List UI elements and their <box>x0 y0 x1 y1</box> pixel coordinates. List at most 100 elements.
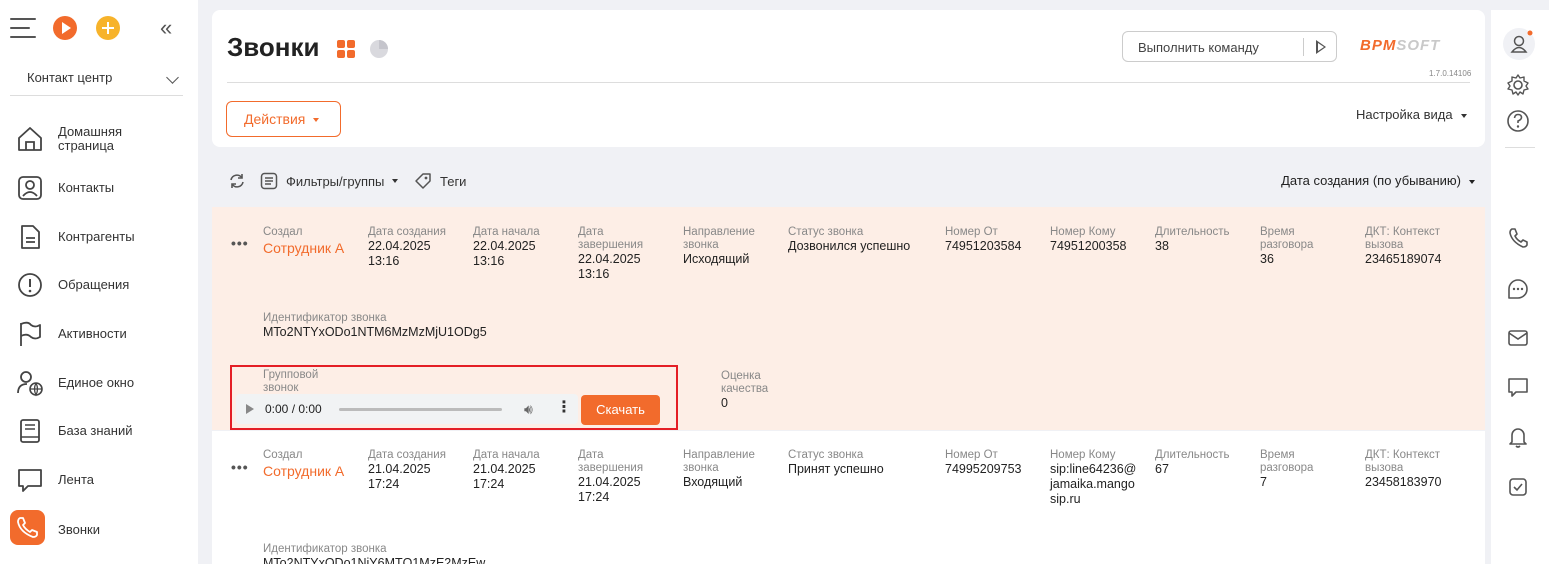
help-icon[interactable] <box>1505 108 1531 134</box>
field-value: 21.04.2025 17:24 <box>368 462 431 491</box>
download-button[interactable]: Скачать <box>581 395 660 425</box>
field-value: 23458183970 <box>1365 475 1442 489</box>
field-value: 36 <box>1260 252 1274 266</box>
field-talk-time: Время разговора 7 <box>1260 449 1313 490</box>
sidebar-item-calls[interactable]: Звонки <box>10 510 190 550</box>
message-icon[interactable] <box>1505 374 1531 400</box>
profile-avatar-icon[interactable] <box>1503 28 1535 60</box>
tags-label: Теги <box>440 173 467 189</box>
sidebar-item-single-window[interactable]: Единое окно <box>10 363 190 403</box>
play-icon[interactable] <box>246 404 254 414</box>
phone-icon[interactable] <box>1505 225 1531 251</box>
sidebar-item-label: Контрагенты <box>58 229 135 244</box>
field-created-date: Дата создания 22.04.2025 13:16 <box>368 226 446 269</box>
volume-icon[interactable]: 🔊︎ <box>524 401 533 418</box>
field-label: Идентификатор звонка <box>263 543 387 555</box>
refresh-icon[interactable] <box>228 172 246 190</box>
tile-view-icon[interactable] <box>337 40 355 58</box>
field-label: Номер Кому <box>1050 449 1116 461</box>
field-label: ДКТ: Контекст вызова <box>1365 449 1441 474</box>
sort-selector[interactable]: Дата создания (по убыванию) <box>1281 173 1475 188</box>
more-options-icon[interactable]: ⋮ <box>556 399 572 417</box>
workplace-select-value: Контакт центр <box>27 70 113 85</box>
list-toolbar: Фильтры/группы Теги Дата создания (по уб… <box>212 162 1485 198</box>
field-call-status: Статус звонка Дозвонился успешно <box>788 226 910 254</box>
row-actions-menu-icon[interactable]: ••• <box>231 459 249 475</box>
created-by-link[interactable]: Сотрудник А <box>263 241 344 256</box>
caret-down-icon <box>1460 113 1467 118</box>
field-label: Групповой звонок <box>263 369 319 394</box>
field-label: Дата завершения <box>578 226 644 251</box>
filters-groups-button[interactable]: Фильтры/группы <box>260 172 399 190</box>
field-value: MTo2NTYxODo1NTM6MzMzMjU1ODg5 <box>263 325 487 339</box>
settings-gear-icon[interactable] <box>1505 72 1531 98</box>
home-icon <box>16 125 44 153</box>
sidebar-item-knowledge-base[interactable]: База знаний <box>10 411 190 451</box>
audio-player[interactable]: 0:00 / 0:00 🔊︎ ⋮ <box>236 394 578 424</box>
field-value: 22.04.2025 13:16 <box>368 239 431 268</box>
brand-logo-sub: SOFT <box>1396 37 1441 54</box>
hamburger-menu-icon[interactable] <box>10 18 36 38</box>
notification-bell-icon[interactable] <box>1505 424 1531 450</box>
sidebar-item-home[interactable]: Домашняя страница <box>10 119 190 159</box>
audio-progress-slider[interactable] <box>339 408 502 411</box>
view-settings-button[interactable]: Настройка вида <box>1356 107 1467 122</box>
field-label: ДКТ: Контекст вызова <box>1365 226 1441 251</box>
document-icon <box>16 223 44 251</box>
filter-list-icon <box>260 172 278 190</box>
book-icon <box>16 417 44 445</box>
task-checkbox-icon[interactable] <box>1505 474 1531 500</box>
field-value: 0 <box>721 396 728 410</box>
brand-logo-main: BPM <box>1360 37 1397 54</box>
field-label: Создал <box>263 226 303 238</box>
field-value: Исходящий <box>683 252 750 266</box>
created-by-link[interactable]: Сотрудник А <box>263 464 344 479</box>
field-value: 67 <box>1155 462 1169 476</box>
call-list-row[interactable]: ••• Создал Сотрудник А Дата создания 21.04… <box>212 431 1485 564</box>
chat-icon <box>16 466 44 494</box>
field-label: Направление звонка <box>683 226 755 251</box>
field-label: Дата начала <box>473 449 540 461</box>
chat-support-icon[interactable] <box>1505 276 1531 302</box>
field-label: Номер От <box>945 449 998 461</box>
tags-button[interactable]: Теги <box>414 172 466 190</box>
field-dkt-context: ДКТ: Контекст вызова 23465189074 <box>1365 226 1441 267</box>
sidebar-item-label: База знаний <box>58 423 133 438</box>
flag-icon <box>16 320 44 348</box>
field-direction: Направление звонка Исходящий <box>683 226 755 267</box>
call-list-row[interactable]: ••• Создал Сотрудник А Дата создания 22.04… <box>212 207 1485 430</box>
sidebar-item-label: Активности <box>58 326 127 341</box>
actions-button[interactable]: Действия <box>226 101 341 137</box>
field-label: Длительность <box>1155 449 1230 461</box>
audio-time: 0:00 / 0:00 <box>265 402 322 416</box>
email-icon[interactable] <box>1505 325 1531 351</box>
sidebar-top-bar: « <box>10 14 190 44</box>
field-call-id: Идентификатор звонка MTo2NTYxODo1NTM6MzMz… <box>263 312 487 340</box>
field-created-by: Создал Сотрудник А <box>263 449 344 479</box>
run-command-icon[interactable] <box>1316 40 1326 54</box>
phone-icon <box>10 510 45 545</box>
sidebar-item-feed[interactable]: Лента <box>10 460 190 500</box>
sidebar-item-contacts[interactable]: Контакты <box>10 168 190 208</box>
field-number-to: Номер Кому 74951200358 <box>1050 226 1126 254</box>
sidebar-item-label: Контакты <box>58 180 115 195</box>
process-play-icon[interactable] <box>53 16 77 40</box>
command-input[interactable]: Выполнить команду <box>1122 31 1337 62</box>
workplace-select[interactable]: Контакт центр <box>10 62 183 96</box>
caret-down-icon <box>1469 179 1475 184</box>
sidebar-item-cases[interactable]: Обращения <box>10 265 190 305</box>
collapse-sidebar-icon[interactable]: « <box>160 16 172 40</box>
command-input-placeholder: Выполнить команду <box>1138 40 1259 55</box>
field-label: Длительность <box>1155 226 1230 238</box>
sidebar-item-activities[interactable]: Активности <box>10 314 190 354</box>
field-label: Номер Кому <box>1050 226 1116 238</box>
field-dkt-context: ДКТ: Контекст вызова 23458183970 <box>1365 449 1441 490</box>
page-header-card: Звонки Выполнить команду BPMSOFT 1.7.0.1… <box>212 10 1485 147</box>
row-actions-menu-icon[interactable]: ••• <box>231 235 249 251</box>
field-value: 22.04.2025 13:16 <box>578 252 641 281</box>
field-number-from: Номер От 74951203584 <box>945 226 1021 254</box>
field-value: 22.04.2025 13:16 <box>473 239 536 268</box>
sidebar-item-accounts[interactable]: Контрагенты <box>10 217 190 257</box>
quick-add-icon[interactable] <box>96 16 120 40</box>
analytics-pie-icon[interactable] <box>370 40 388 58</box>
